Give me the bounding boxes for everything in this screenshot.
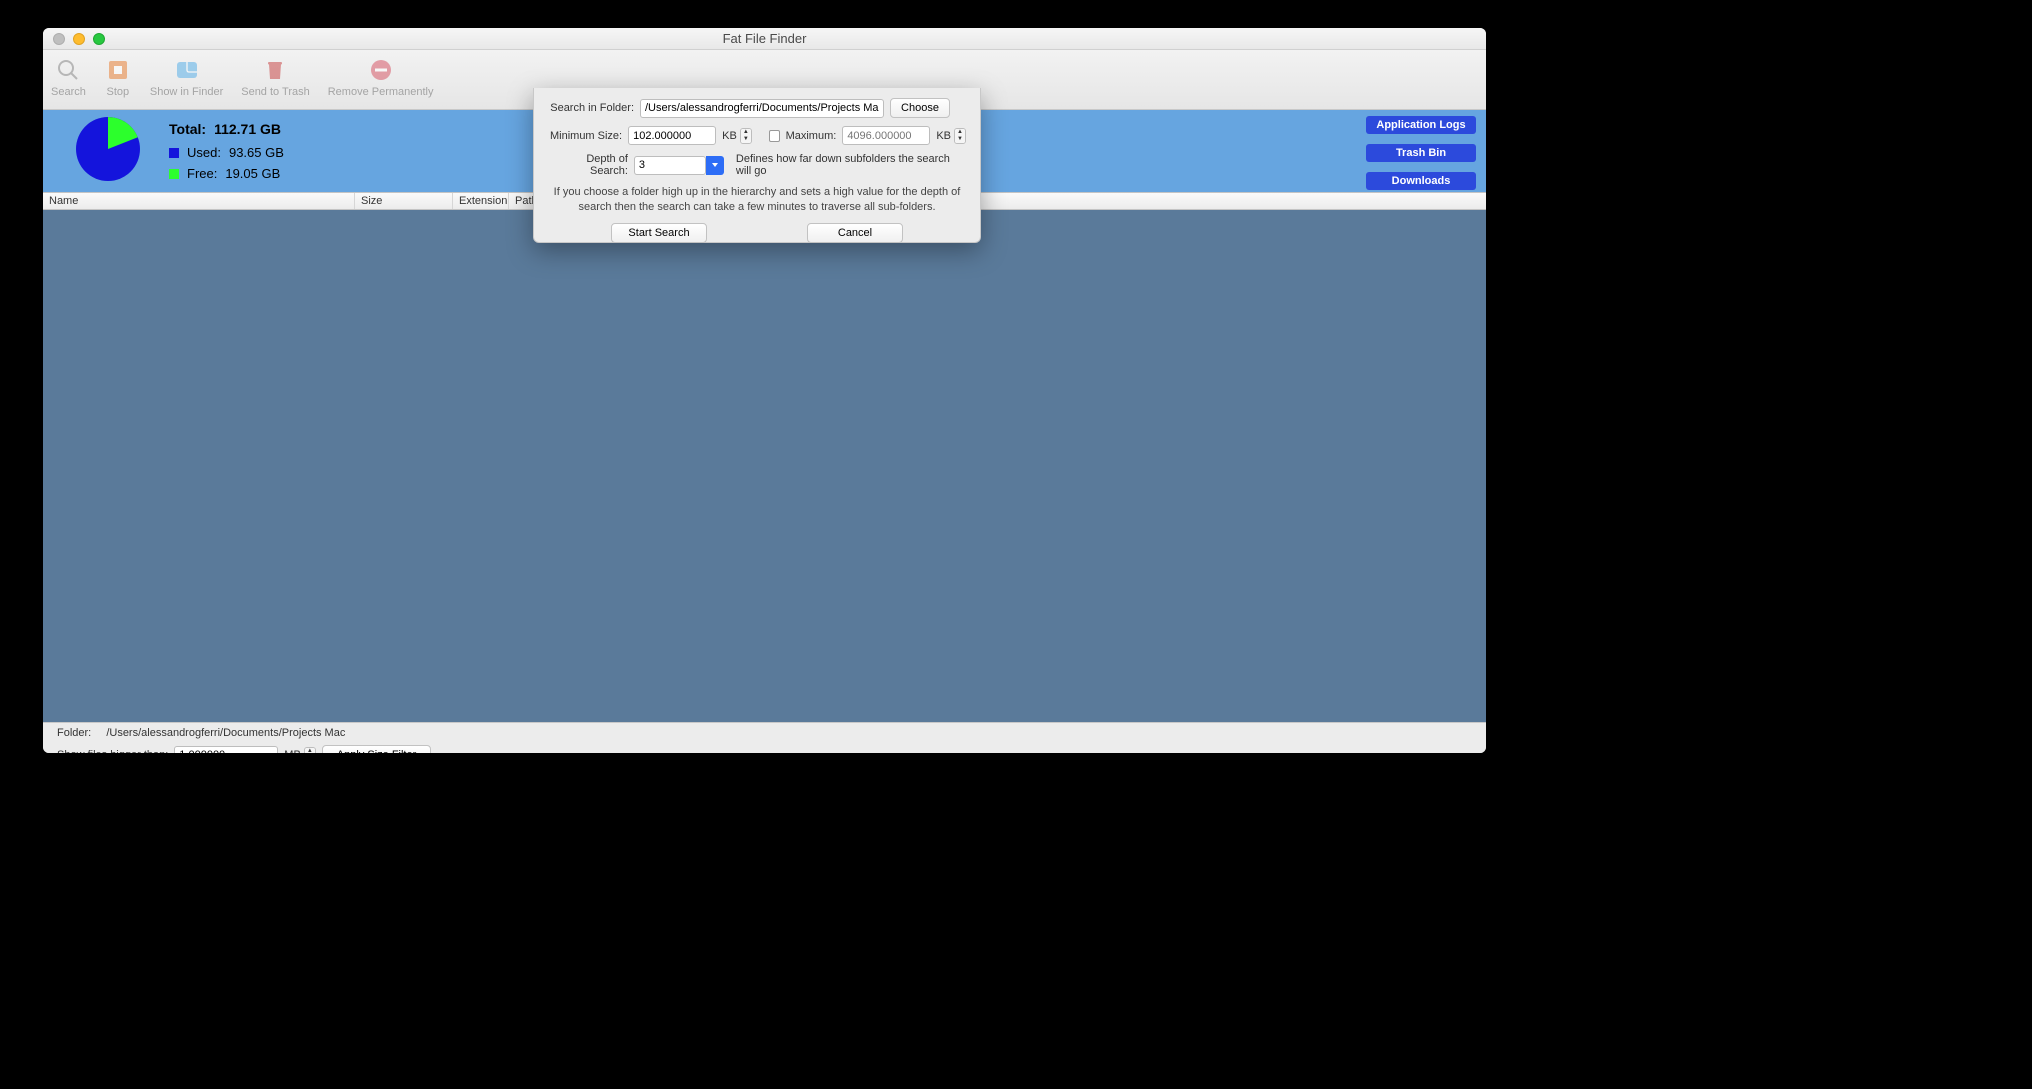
search-warning: If you choose a folder high up in the hi… <box>548 185 966 215</box>
chevron-down-icon <box>711 161 719 169</box>
cancel-button[interactable]: Cancel <box>807 223 903 243</box>
disk-total-label: Total: <box>169 121 206 137</box>
show-in-finder-button[interactable]: Show in Finder <box>150 56 223 98</box>
maximum-checkbox[interactable] <box>769 130 780 142</box>
search-in-folder-label: Search in Folder: <box>548 102 634 114</box>
maximum-size-input[interactable] <box>842 126 930 145</box>
footer-folder-label: Folder: <box>57 727 91 739</box>
application-logs-button[interactable]: Application Logs <box>1366 116 1476 134</box>
search-sheet: Search in Folder: Choose Minimum Size: K… <box>533 88 981 243</box>
remove-icon <box>367 56 395 84</box>
stop-button[interactable]: Stop <box>104 56 132 98</box>
trash-icon <box>261 56 289 84</box>
depth-dropdown-button[interactable] <box>706 156 724 175</box>
size-filter-input[interactable] <box>174 746 278 754</box>
footer-folder-path: /Users/alessandrogferri/Documents/Projec… <box>106 727 345 739</box>
show-bigger-than-label: Show files bigger than: <box>57 749 168 754</box>
max-unit-arrows[interactable]: ▲▼ <box>954 128 966 144</box>
quick-folder-buttons: Application Logs Trash Bin Downloads <box>1366 116 1476 190</box>
stop-icon <box>104 56 132 84</box>
stop-label: Stop <box>107 86 130 98</box>
titlebar: Fat File Finder <box>43 28 1486 50</box>
disk-used-value: 93.65 GB <box>229 145 284 160</box>
min-unit-arrows[interactable]: ▲▼ <box>740 128 752 144</box>
max-unit-label: KB <box>936 130 951 142</box>
footer-folder-row: Folder: /Users/alessandrogferri/Document… <box>57 727 1472 739</box>
disk-used-label: Used: <box>187 145 221 160</box>
maximum-label: Maximum: <box>786 130 837 142</box>
disk-free-value: 19.05 GB <box>225 166 280 181</box>
disk-free-row: Free: 19.05 GB <box>169 166 284 181</box>
send-to-trash-button[interactable]: Send to Trash <box>241 56 310 98</box>
trash-bin-button[interactable]: Trash Bin <box>1366 144 1476 162</box>
finder-icon <box>173 56 201 84</box>
remove-permanently-button[interactable]: Remove Permanently <box>328 56 434 98</box>
depth-of-search-label: Depth of Search: <box>548 153 628 177</box>
window-title: Fat File Finder <box>43 31 1486 46</box>
search-button[interactable]: Search <box>51 56 86 98</box>
send-to-trash-label: Send to Trash <box>241 86 310 98</box>
start-search-button[interactable]: Start Search <box>611 223 707 243</box>
free-swatch <box>169 169 179 179</box>
minimum-size-input[interactable] <box>628 126 716 145</box>
apply-size-filter-button[interactable]: Apply Size Filter <box>322 745 431 754</box>
search-label: Search <box>51 86 86 98</box>
col-name[interactable]: Name <box>43 193 355 209</box>
close-window-button[interactable] <box>53 33 65 45</box>
max-unit-stepper: KB ▲▼ <box>936 128 966 144</box>
footer-filter-row: Show files bigger than: MB ▲▼ Apply Size… <box>57 745 1472 754</box>
choose-folder-button[interactable]: Choose <box>890 98 950 118</box>
used-swatch <box>169 148 179 158</box>
remove-permanently-label: Remove Permanently <box>328 86 434 98</box>
results-area <box>43 210 1486 722</box>
disk-total-value: 112.71 GB <box>214 121 281 137</box>
disk-pie-chart <box>73 114 143 189</box>
min-unit-stepper: KB ▲▼ <box>722 128 752 144</box>
disk-used-row: Used: 93.65 GB <box>169 145 284 160</box>
search-folder-input[interactable] <box>640 99 884 118</box>
size-unit-stepper: MB ▲▼ <box>284 747 316 754</box>
disk-stats: Total: 112.71 GB Used: 93.65 GB Free: 19… <box>169 121 284 181</box>
col-size[interactable]: Size <box>355 193 453 209</box>
disk-total-row: Total: 112.71 GB <box>169 121 284 137</box>
size-unit-label: MB <box>284 749 301 754</box>
col-extension[interactable]: Extension <box>453 193 509 209</box>
minimum-size-label: Minimum Size: <box>548 130 622 142</box>
depth-hint: Defines how far down subfolders the sear… <box>736 153 966 177</box>
app-window: Fat File Finder Search Stop Show in Find… <box>43 28 1486 753</box>
minimize-window-button[interactable] <box>73 33 85 45</box>
min-unit-label: KB <box>722 130 737 142</box>
depth-input[interactable] <box>634 156 706 175</box>
traffic-lights <box>53 33 105 45</box>
search-icon <box>54 56 82 84</box>
footer: Folder: /Users/alessandrogferri/Document… <box>43 722 1486 753</box>
downloads-button[interactable]: Downloads <box>1366 172 1476 190</box>
maximize-window-button[interactable] <box>93 33 105 45</box>
disk-free-label: Free: <box>187 166 217 181</box>
size-unit-stepper-arrows[interactable]: ▲▼ <box>304 747 316 754</box>
show-in-finder-label: Show in Finder <box>150 86 223 98</box>
